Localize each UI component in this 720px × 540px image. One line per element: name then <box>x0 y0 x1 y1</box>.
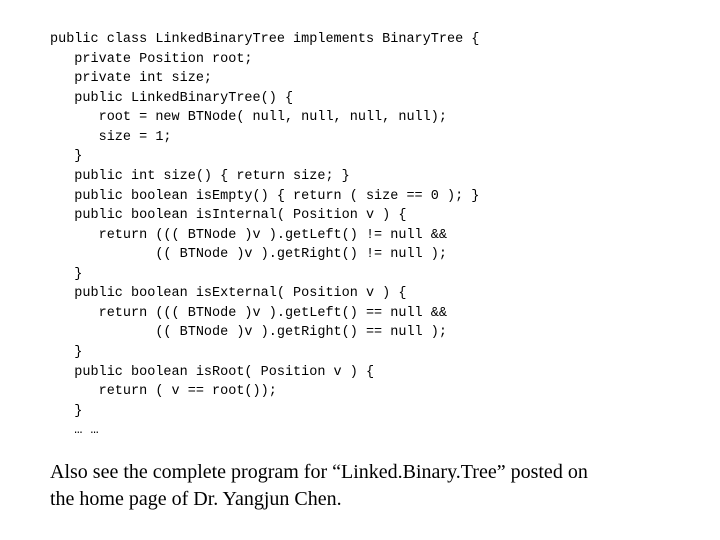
code-line: public boolean isRoot( Position v ) { <box>50 365 374 380</box>
code-line: public boolean isInternal( Position v ) … <box>50 208 406 223</box>
code-line: } <box>50 267 82 282</box>
code-line: return ((( BTNode )v ).getLeft() != null… <box>50 228 447 243</box>
code-line: private int size; <box>50 71 212 86</box>
code-line: size = 1; <box>50 130 172 145</box>
caption-line-1: Also see the complete program for “Linke… <box>50 461 588 483</box>
code-line: } <box>50 149 82 164</box>
code-block: public class LinkedBinaryTree implements… <box>50 30 690 441</box>
code-line: public int size() { return size; } <box>50 169 350 184</box>
code-line: public class LinkedBinaryTree implements… <box>50 32 479 47</box>
code-line: } <box>50 404 82 419</box>
code-line: public boolean isExternal( Position v ) … <box>50 286 406 301</box>
code-line: root = new BTNode( null, null, null, nul… <box>50 110 447 125</box>
code-line: … … <box>50 423 99 438</box>
code-line: (( BTNode )v ).getRight() != null ); <box>50 247 447 262</box>
code-line: private Position root; <box>50 52 253 67</box>
code-line: (( BTNode )v ).getRight() == null ); <box>50 325 447 340</box>
code-line: public LinkedBinaryTree() { <box>50 91 293 106</box>
code-line: return ((( BTNode )v ).getLeft() == null… <box>50 306 447 321</box>
code-line: public boolean isEmpty() { return ( size… <box>50 189 479 204</box>
slide-page: public class LinkedBinaryTree implements… <box>0 0 720 540</box>
code-line: return ( v == root()); <box>50 384 277 399</box>
caption-text: Also see the complete program for “Linke… <box>50 459 690 513</box>
code-line: } <box>50 345 82 360</box>
caption-line-2: the home page of Dr. Yangjun Chen. <box>50 488 342 510</box>
